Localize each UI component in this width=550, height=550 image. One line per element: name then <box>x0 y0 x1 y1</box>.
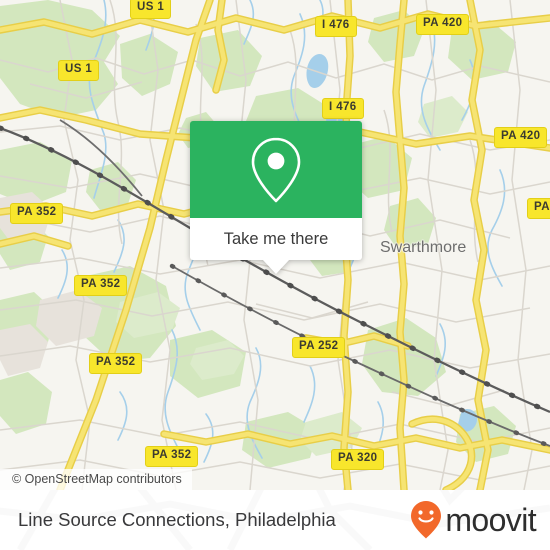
moovit-pin-smile-icon <box>411 501 442 539</box>
shield-pa-420-top[interactable]: PA 420 <box>416 14 470 35</box>
moovit-wordmark: moovit <box>445 502 536 538</box>
page-footer: Line Source Connections, Philadelphia mo… <box>0 490 550 550</box>
shield-pa-420-right[interactable]: PA 420 <box>494 127 548 148</box>
shield-i-476-mid[interactable]: I 476 <box>322 98 364 119</box>
shield-pa-252[interactable]: PA 252 <box>292 337 346 358</box>
map-canvas[interactable]: Swarthmore US 1 US 1 I 476 PA 420 I 476 … <box>0 0 550 490</box>
shield-pa-352-mid[interactable]: PA 352 <box>74 275 128 296</box>
osm-attribution[interactable]: © OpenStreetMap contributors <box>0 469 192 490</box>
shield-pa-352-lower[interactable]: PA 352 <box>89 353 143 374</box>
popup-pointer-tail <box>262 259 290 274</box>
popup-header <box>190 121 362 218</box>
shield-pa-352-bottom[interactable]: PA 352 <box>145 446 199 467</box>
place-label-swarthmore: Swarthmore <box>380 239 467 256</box>
take-me-there-label: Take me there <box>223 229 329 248</box>
moovit-brand[interactable]: moovit <box>410 500 537 540</box>
page-title: Line Source Connections, Philadelphia <box>18 509 336 530</box>
shield-pa-352-upper[interactable]: PA 352 <box>10 203 64 224</box>
location-popup-card[interactable]: Take me there <box>190 121 362 274</box>
shield-us-1-left[interactable]: US 1 <box>58 60 100 81</box>
shield-pa-right-edge[interactable]: PA <box>527 198 550 219</box>
shield-i-476-top[interactable]: I 476 <box>315 16 357 37</box>
shield-us-1-top[interactable]: US 1 <box>130 0 172 19</box>
moovit-map-screenshot: Swarthmore US 1 US 1 I 476 PA 420 I 476 … <box>0 0 550 550</box>
map-pin-icon <box>251 137 301 202</box>
shield-pa-320[interactable]: PA 320 <box>331 449 385 470</box>
popup-action-bar[interactable]: Take me there <box>190 218 362 260</box>
